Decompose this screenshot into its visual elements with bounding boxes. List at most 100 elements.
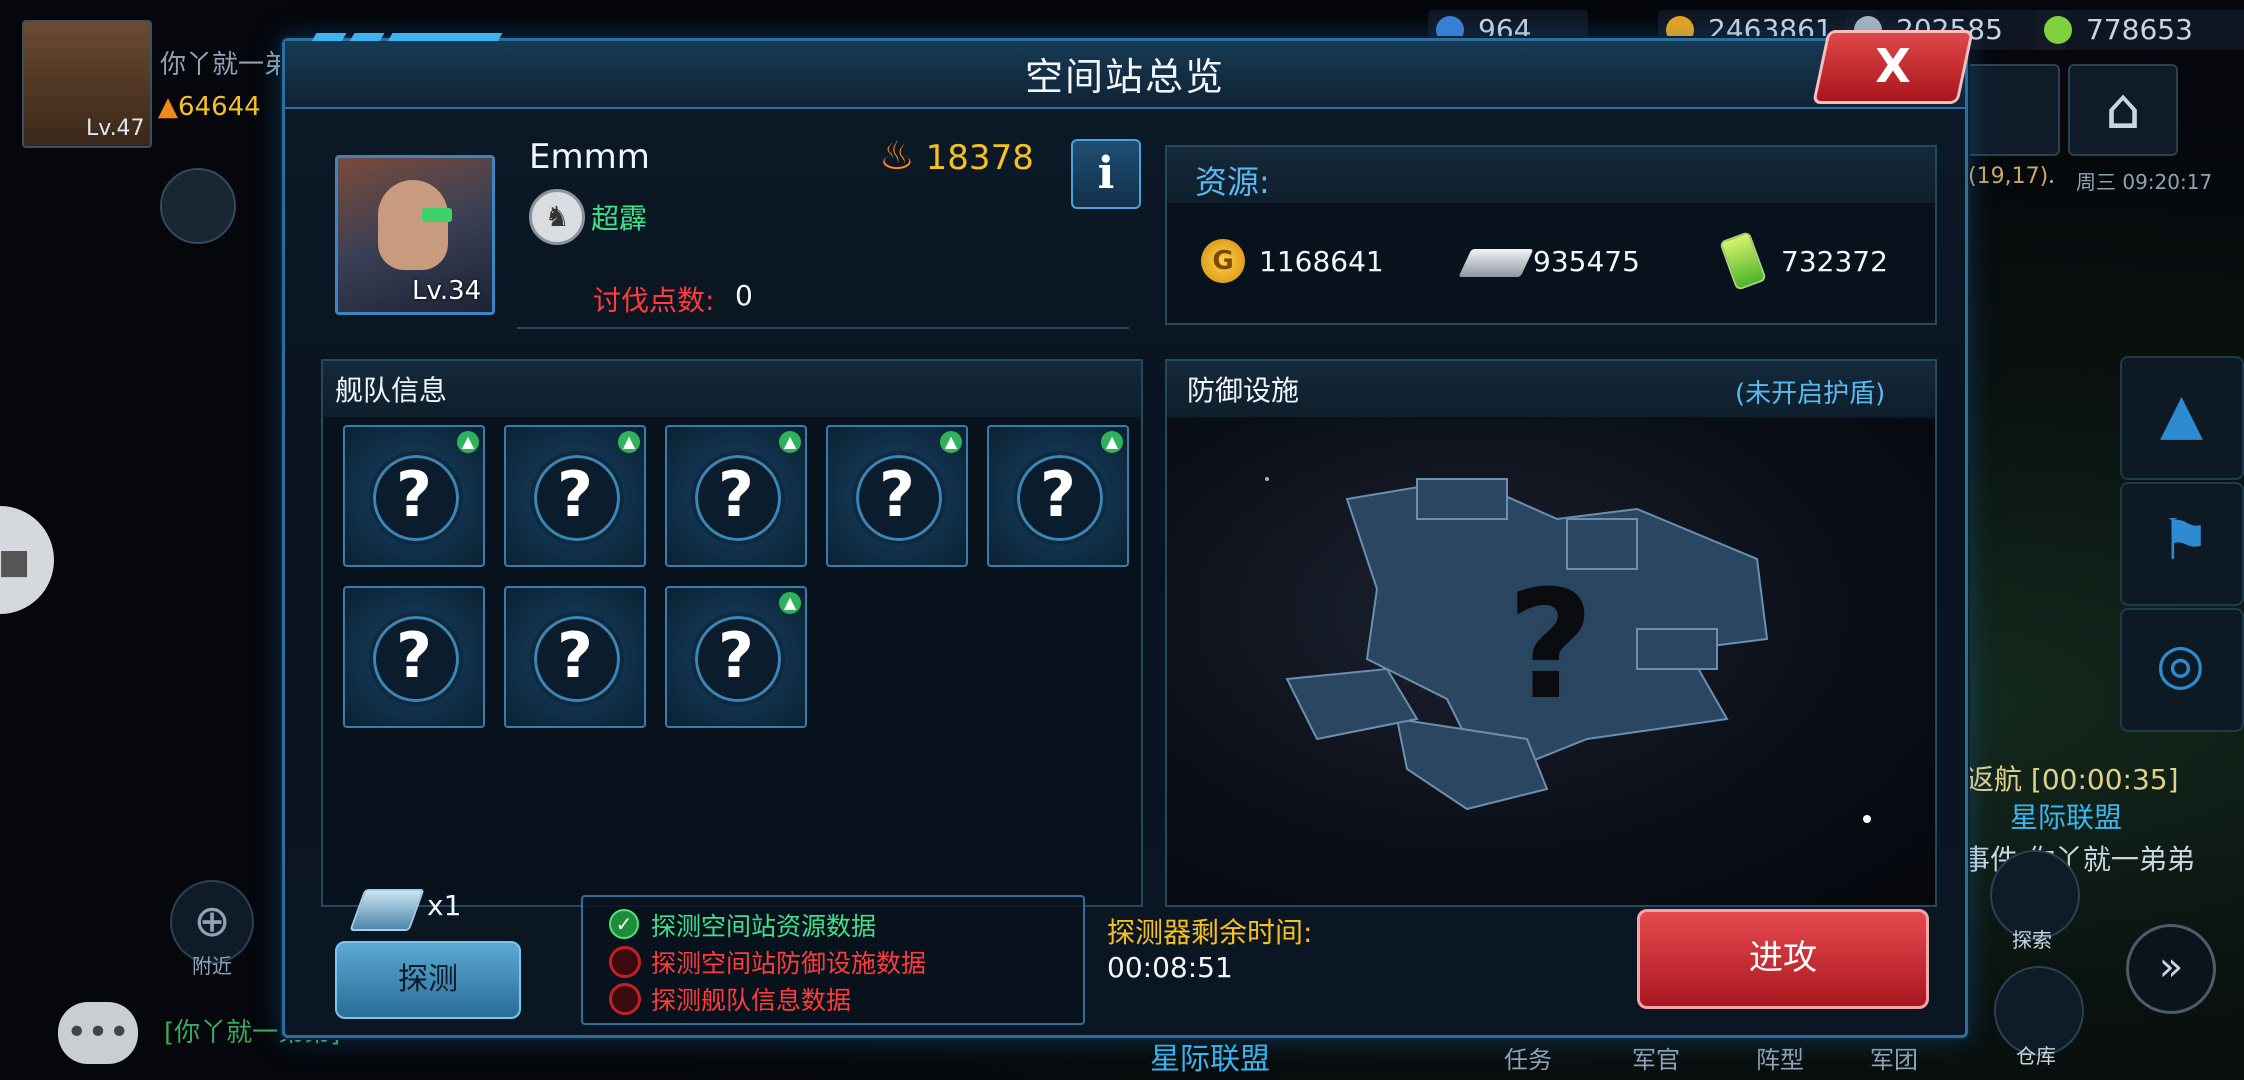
check-icon: ✓ (609, 909, 639, 939)
guild-emblem-icon: ♞ (529, 189, 585, 245)
fleet-info-header: 舰队信息 (323, 361, 1141, 417)
attack-button[interactable]: 进攻 (1637, 909, 1929, 1009)
player-avatar[interactable]: Lv.47 (22, 20, 152, 148)
coords-text: (19,17) (1968, 164, 2049, 189)
planet-button[interactable] (1966, 64, 2060, 156)
space-station-view: ? (1167, 419, 1935, 905)
home-button[interactable]: ⌂ (2068, 64, 2178, 156)
unknown-defense-marker: ? (1507, 559, 1595, 733)
fast-forward-button[interactable]: » (2126, 924, 2216, 1014)
fleet-card[interactable]: ? (343, 586, 485, 728)
fleet-card[interactable]: ? ▲ (987, 425, 1129, 567)
probe-checklist: ✓ 探测空间站资源数据探测空间站防御设施数据 探测舰队信息数据 (581, 895, 1085, 1025)
guild-name: 超霹 (591, 202, 648, 235)
commander-face (378, 180, 448, 270)
gift-icon: ■ (0, 542, 31, 582)
player-power: ▲64644 (158, 92, 261, 122)
upgrade-badge-icon: ▲ (940, 431, 962, 453)
unknown-ship-icon: ? (557, 619, 593, 692)
target-icon: ⊕ (193, 896, 231, 947)
commander-name: Emmm (529, 137, 650, 177)
flag-side-button[interactable]: ⚑ (2120, 482, 2244, 606)
resources-label: 资源: (1195, 163, 1270, 201)
upgrade-badge-icon: ▲ (779, 592, 801, 614)
fleet-side-button[interactable]: ▲ (2120, 356, 2244, 480)
star (1863, 815, 1871, 823)
fleet-info-box: 舰队信息 ? ▲? ▲? ▲? ▲? ▲??? ▲ (321, 359, 1143, 907)
metal-ingot-icon (1458, 249, 1534, 277)
warehouse-label: 仓库 (2016, 1044, 2056, 1068)
probe-timer-label: 探测器剩余时间: (1107, 916, 1313, 949)
fleet-card[interactable]: ? (504, 586, 646, 728)
nav-officer[interactable]: 军官 (1632, 1040, 1680, 1075)
upgrade-badge-icon: ▲ (779, 431, 801, 453)
clock-text: 周三 09:20:17 (2076, 170, 2213, 194)
unknown-ship-icon: ? (396, 619, 432, 692)
flag-icon: ⚑ (2160, 508, 2211, 573)
nav-legion[interactable]: 军团 (1870, 1040, 1918, 1075)
energy-icon (2044, 16, 2072, 44)
battery-icon (1719, 231, 1767, 291)
title-bar: 空间站总览 (285, 41, 1965, 109)
flame-icon: ♨ (879, 133, 915, 179)
warehouse-button[interactable]: 仓库 (1994, 966, 2084, 1068)
star (2050, 180, 2053, 183)
fleet-info-label: 舰队信息 (335, 374, 448, 407)
checklist-text: 探测空间站资源数据 (651, 912, 877, 941)
attack-points-value: 0 (735, 279, 753, 312)
fleet-card[interactable]: ? ▲ (826, 425, 968, 567)
chat-icon: ••• (66, 1012, 130, 1053)
probe-timer-value: 00:08:51 (1107, 951, 1233, 984)
fleet-card[interactable]: ? ▲ (343, 425, 485, 567)
flame-icon: ▲ (158, 92, 178, 122)
incomplete-icon (609, 946, 641, 978)
attack-points-label: 讨伐点数: (593, 284, 715, 317)
probe-button[interactable]: 探测 (335, 941, 521, 1019)
info-button[interactable]: i (1071, 139, 1141, 209)
gold-coin-icon: G (1201, 239, 1245, 283)
explore-label: 探索 (2012, 928, 2052, 952)
bottom-alliance: 星际联盟 (1150, 1042, 1270, 1077)
upgrade-badge-icon: ▲ (457, 431, 479, 453)
nearby-label: 附近 (192, 954, 232, 978)
close-icon: X (1875, 39, 1911, 93)
chat-button[interactable]: ••• (58, 1002, 138, 1064)
commander-portrait: Lv.34 (335, 155, 495, 315)
resources-header: 资源: (1167, 147, 1935, 203)
upgrade-badge-icon: ▲ (618, 431, 640, 453)
checklist-text: 探测空间站防御设施数据 (651, 949, 927, 978)
upgrade-badge-icon: ▲ (1101, 431, 1123, 453)
defense-header: 防御设施 (未开启护盾) (1167, 361, 1935, 417)
radar-icon: ◎ (2156, 632, 2205, 697)
power-display: ♨ 18378 (879, 133, 1034, 179)
defense-label: 防御设施 (1187, 374, 1300, 407)
resources-box: 资源: G 1168641 935475 732372 (1165, 145, 1937, 325)
home-icon: ⌂ (2105, 77, 2141, 142)
gift-button[interactable]: ■ (0, 506, 54, 614)
fleet-card[interactable]: ? ▲ (665, 425, 807, 567)
star (1265, 477, 1269, 481)
commander-eyepiece (422, 208, 452, 222)
fleet-card[interactable]: ? ▲ (504, 425, 646, 567)
incomplete-icon (609, 983, 641, 1015)
commander-level: Lv.34 (412, 276, 482, 306)
rocket-icon: ▲ (2160, 382, 2204, 447)
nav-formation[interactable]: 阵型 (1756, 1040, 1804, 1075)
explore-button[interactable]: 探索 (1990, 850, 2080, 952)
probe-count: x1 (427, 889, 462, 922)
nav-task[interactable]: 任务 (1504, 1040, 1552, 1075)
resource-energy: 778653 (2036, 10, 2244, 50)
checklist-text: 探测舰队信息数据 (651, 986, 852, 1015)
return-status: 返航 [00:00:35] (1966, 763, 2179, 796)
station-overview-panel: 空间站总览 Lv.34 Emmm ♞ 超霹 ♨ 18378 讨伐点数: 0 i … (282, 33, 1968, 1038)
profile-divider (517, 327, 1129, 329)
shield-status: (未开启护盾) (1735, 379, 1886, 409)
defense-box: 防御设施 (未开启护盾) ? (1165, 359, 1937, 907)
fleet-card[interactable]: ? ▲ (665, 586, 807, 728)
close-button[interactable]: X (1812, 30, 1974, 104)
player-level: Lv.47 (86, 116, 145, 141)
ship-icon[interactable] (160, 168, 236, 244)
panel-title: 空间站总览 (1024, 55, 1225, 99)
radar-side-button[interactable]: ◎ (2120, 608, 2244, 732)
alliance-text: 星际联盟 (2010, 801, 2123, 834)
